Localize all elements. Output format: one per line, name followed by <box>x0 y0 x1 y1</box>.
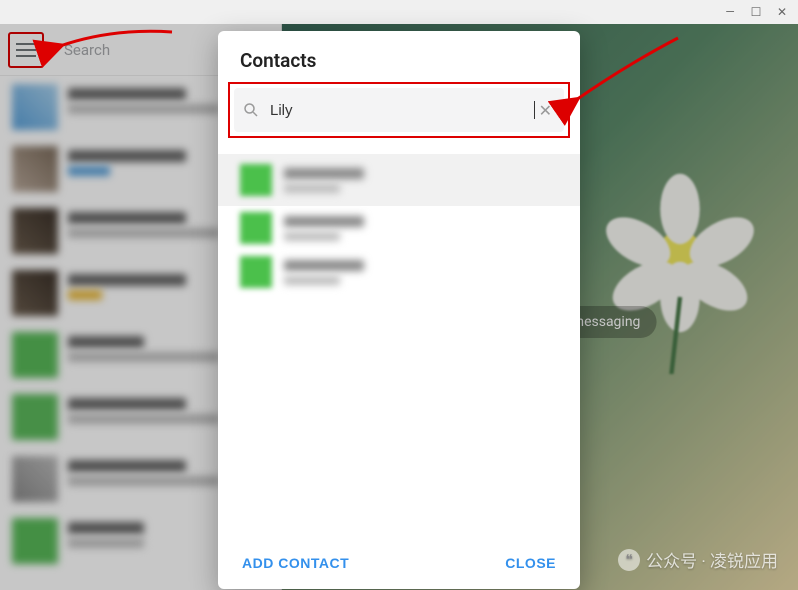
contact-result[interactable] <box>218 154 580 206</box>
window-maximize-button[interactable]: ☐ <box>744 2 768 22</box>
watermark-text: 公众号 · 凌锐应用 <box>646 547 778 572</box>
window-close-button[interactable]: ✕ <box>770 2 794 22</box>
window-controls: — ☐ ✕ <box>718 0 798 24</box>
window-minimize-button[interactable]: — <box>718 2 742 22</box>
avatar <box>240 164 272 196</box>
search-icon <box>242 101 260 119</box>
contacts-search-row: ✕ <box>234 88 564 132</box>
contacts-results <box>218 144 580 537</box>
clear-search-icon[interactable]: ✕ <box>535 101 556 120</box>
contacts-search-input[interactable] <box>260 102 540 119</box>
close-button[interactable]: CLOSE <box>505 555 556 571</box>
contact-result[interactable] <box>218 206 580 250</box>
avatar <box>240 212 272 244</box>
modal-footer: ADD CONTACT CLOSE <box>218 537 580 589</box>
add-contact-button[interactable]: ADD CONTACT <box>242 555 349 571</box>
search-highlight-box: ✕ <box>228 82 570 138</box>
watermark: ❝ 公众号 · 凌锐应用 <box>618 547 778 572</box>
contact-result[interactable] <box>218 250 580 294</box>
avatar <box>240 256 272 288</box>
wechat-icon: ❝ <box>618 549 640 571</box>
contacts-modal: Contacts ✕ ADD CONTACT CLOSE <box>218 31 580 589</box>
modal-title: Contacts <box>218 31 580 82</box>
